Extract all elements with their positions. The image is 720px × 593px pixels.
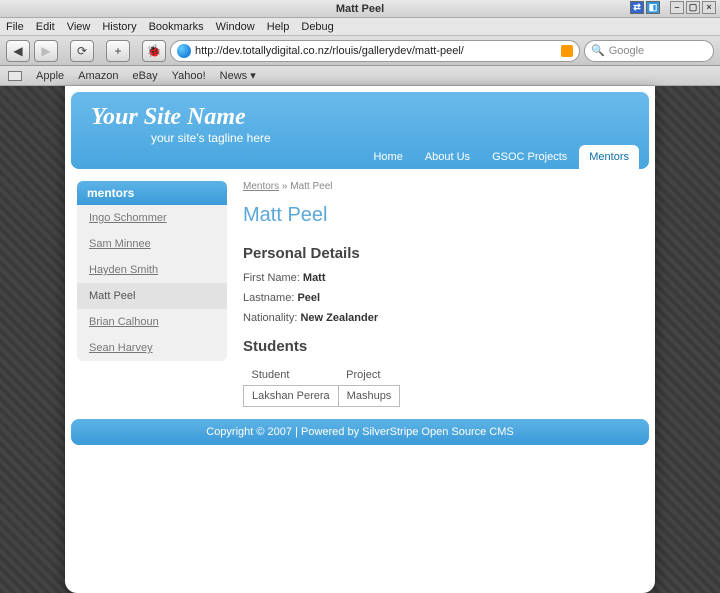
search-bar[interactable]: 🔍 Google (584, 40, 714, 62)
breadcrumb-link[interactable]: Mentors (243, 181, 279, 192)
bookmark-amazon[interactable]: Amazon (78, 70, 118, 82)
nav-about[interactable]: About Us (415, 145, 480, 169)
bookmark-apple[interactable]: Apple (36, 70, 64, 82)
nav-home[interactable]: Home (363, 145, 412, 169)
detail-firstname: First Name: Matt (243, 272, 643, 284)
site-header: Your Site Name your site's tagline here … (71, 92, 649, 169)
window-title: Matt Peel (336, 3, 384, 15)
bug-button[interactable]: 🐞 (142, 40, 166, 62)
sidebar-item-brian[interactable]: Brian Calhoun (77, 309, 227, 335)
nationality-label: Nationality: (243, 312, 297, 324)
menu-help[interactable]: Help (267, 21, 290, 33)
site-favicon-icon (177, 44, 191, 58)
menu-edit[interactable]: Edit (36, 21, 55, 33)
section-students: Students (243, 338, 643, 355)
td-project: Mashups (338, 386, 400, 407)
app-icon-1[interactable]: ⇄ (630, 1, 644, 14)
app-icon-2[interactable]: ◧ (646, 1, 660, 14)
site-title: Your Site Name (91, 104, 629, 131)
sidebar-item-sean[interactable]: Sean Harvey (77, 335, 227, 361)
firstname-label: First Name: (243, 272, 300, 284)
td-student: Lakshan Perera (244, 386, 339, 407)
close-button[interactable]: × (702, 1, 716, 14)
bookmark-ebay[interactable]: eBay (133, 70, 158, 82)
th-project: Project (338, 365, 400, 386)
nationality-value: New Zealander (300, 312, 378, 324)
reload-button[interactable]: ⟳ (70, 40, 94, 62)
minimize-button[interactable]: – (670, 1, 684, 14)
sidebar-header: mentors (77, 181, 227, 205)
sidebar-item-sam[interactable]: Sam Minnee (77, 231, 227, 257)
breadcrumb-sep: » (282, 181, 288, 192)
back-button[interactable]: ◀ (6, 40, 30, 62)
breadcrumb-current: Matt Peel (290, 181, 332, 192)
bookmark-news[interactable]: News ▾ (220, 69, 256, 82)
nav-mentors[interactable]: Mentors (579, 145, 639, 169)
add-button[interactable]: + (106, 40, 130, 62)
browser-viewport: Your Site Name your site's tagline here … (0, 86, 720, 593)
bookmark-yahoo[interactable]: Yahoo! (172, 70, 206, 82)
lastname-value: Peel (297, 292, 320, 304)
search-icon: 🔍 (591, 44, 605, 57)
forward-button[interactable]: ▶ (34, 40, 58, 62)
menu-debug[interactable]: Debug (301, 21, 333, 33)
nav-gsoc[interactable]: GSOC Projects (482, 145, 577, 169)
lastname-label: Lastname: (243, 292, 294, 304)
detail-nationality: Nationality: New Zealander (243, 312, 643, 324)
sidebar-item-ingo[interactable]: Ingo Schommer (77, 205, 227, 231)
menu-window[interactable]: Window (216, 21, 255, 33)
site-footer: Copyright © 2007 | Powered by SilverStri… (71, 419, 649, 445)
section-personal-details: Personal Details (243, 245, 643, 262)
th-student: Student (244, 365, 339, 386)
url-text: http://dev.totallydigital.co.nz/rlouis/g… (195, 45, 557, 57)
page-title: Matt Peel (243, 204, 643, 227)
sidebar: mentors Ingo Schommer Sam Minnee Hayden … (77, 181, 227, 361)
site-container: Your Site Name your site's tagline here … (65, 86, 655, 593)
app-menubar: File Edit View History Bookmarks Window … (0, 18, 720, 36)
breadcrumb: Mentors » Matt Peel (243, 181, 643, 192)
students-table: Student Project Lakshan Perera Mashups (243, 365, 400, 407)
sidebar-item-matt[interactable]: Matt Peel (77, 283, 227, 309)
maximize-button[interactable]: ▢ (686, 1, 700, 14)
firstname-value: Matt (303, 272, 326, 284)
table-row: Lakshan Perera Mashups (244, 386, 400, 407)
detail-lastname: Lastname: Peel (243, 292, 643, 304)
menu-file[interactable]: File (6, 21, 24, 33)
main-content: Mentors » Matt Peel Matt Peel Personal D… (243, 181, 643, 407)
url-bar[interactable]: http://dev.totallydigital.co.nz/rlouis/g… (170, 40, 580, 62)
search-placeholder: Google (609, 45, 644, 57)
rss-icon[interactable] (561, 45, 573, 57)
menu-bookmarks[interactable]: Bookmarks (149, 21, 204, 33)
bookmarks-bar: Apple Amazon eBay Yahoo! News ▾ (0, 66, 720, 86)
menu-history[interactable]: History (102, 21, 136, 33)
menu-view[interactable]: View (67, 21, 91, 33)
main-nav: Home About Us GSOC Projects Mentors (363, 145, 639, 169)
window-titlebar: Matt Peel ⇄ ◧ – ▢ × (0, 0, 720, 18)
site-tagline: your site's tagline here (151, 131, 629, 145)
sidebar-item-hayden[interactable]: Hayden Smith (77, 257, 227, 283)
bookmarks-menu-icon[interactable] (8, 71, 22, 81)
browser-toolbar: ◀ ▶ ⟳ + 🐞 http://dev.totallydigital.co.n… (0, 36, 720, 66)
